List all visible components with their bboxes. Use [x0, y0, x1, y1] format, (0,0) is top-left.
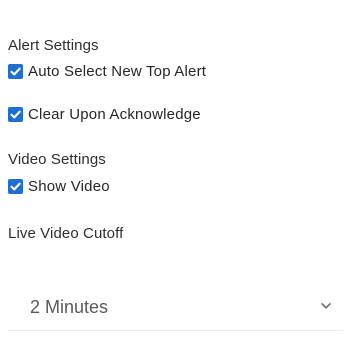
- live-video-cutoff-select[interactable]: 2 Minutes: [8, 282, 343, 331]
- alert-settings-heading: Alert Settings: [8, 37, 99, 54]
- checkmark-icon: [10, 182, 21, 190]
- checkmark-icon: [10, 67, 21, 75]
- auto-select-checkbox[interactable]: [8, 63, 23, 79]
- clear-upon-acknowledge-label: Clear Upon Acknowledge: [28, 105, 201, 123]
- clear-upon-acknowledge-checkbox[interactable]: [8, 106, 23, 122]
- clear-upon-acknowledge-option[interactable]: Clear Upon Acknowledge: [8, 104, 201, 124]
- auto-select-label: Auto Select New Top Alert: [28, 62, 207, 80]
- live-video-cutoff-heading: Live Video Cutoff: [8, 225, 124, 242]
- checkmark-icon: [10, 110, 21, 118]
- auto-select-new-top-alert-option[interactable]: Auto Select New Top Alert: [8, 61, 206, 81]
- settings-panel: Alert Settings Auto Select New Top Alert…: [0, 0, 347, 358]
- show-video-label: Show Video: [28, 177, 110, 195]
- video-settings-heading: Video Settings: [8, 151, 106, 168]
- live-video-cutoff-value: 2 Minutes: [30, 297, 109, 317]
- show-video-checkbox[interactable]: [8, 178, 23, 194]
- chevron-down-icon: [321, 303, 331, 309]
- show-video-option[interactable]: Show Video: [8, 176, 110, 196]
